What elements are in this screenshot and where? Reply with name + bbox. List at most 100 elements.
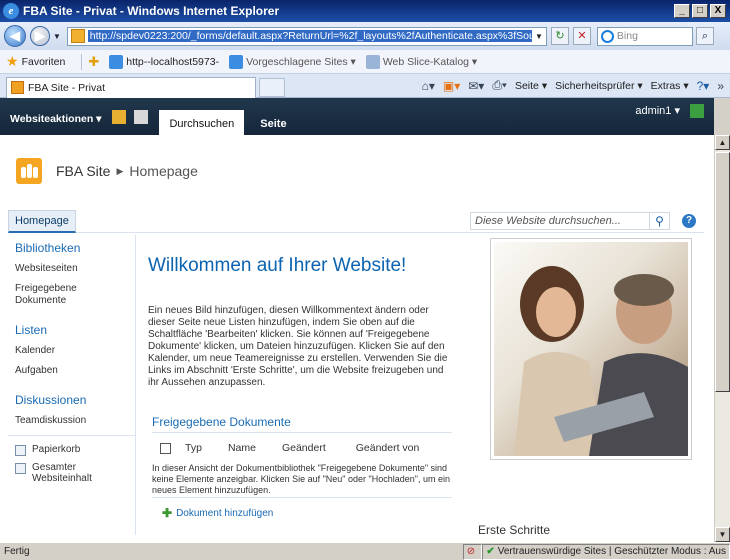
site-actions-menu[interactable]: Websiteaktionen ▾ <box>0 113 109 135</box>
intro-text: Ein neues Bild hinzufügen, diesen Willko… <box>148 305 448 388</box>
scroll-down-button[interactable]: ▼ <box>715 527 730 542</box>
home-icon[interactable]: ⌂▾ <box>422 79 435 93</box>
feeds-icon[interactable]: ▣▾ <box>443 79 460 93</box>
site-header: FBA Site ▶ Homepage <box>0 149 714 193</box>
command-bar: ⌂▾ ▣▾ ✉▾ ⎙▾ Seite ▾ Sicherheitsprüfer ▾ … <box>422 78 730 93</box>
site-logo-icon[interactable] <box>16 158 42 184</box>
user-menu[interactable]: admin1 ▾ <box>635 104 686 135</box>
fav-link-label: http--localhost5973- <box>126 55 220 68</box>
favorites-bar: ★ Favoriten ✚ http--localhost5973- Vorge… <box>0 50 730 74</box>
page-icon <box>70 29 85 43</box>
doclib-title[interactable]: Freigegebene Dokumente <box>152 415 291 429</box>
site-title[interactable]: FBA Site <box>56 163 110 179</box>
fav-webslice-label: Web Slice-Katalog ▾ <box>382 55 478 68</box>
favorites-star-icon: ★ <box>6 53 19 69</box>
security-zone-label: Vertrauenswürdige Sites | Geschützter Mo… <box>497 546 726 557</box>
all-content-label: Gesamter Websiteinhalt <box>32 462 92 484</box>
welcome-heading: Willkommen auf Ihrer Website! <box>148 255 407 276</box>
welcome-photo <box>490 238 692 460</box>
quick-launch: Bibliotheken Websiteseiten Freigegebene … <box>8 235 136 535</box>
page-content: FBA Site ▶ Homepage Homepage Diese Websi… <box>0 135 714 542</box>
recycle-bin-label: Papierkorb <box>32 444 81 455</box>
scroll-up-button[interactable]: ▲ <box>715 135 730 150</box>
refresh-icon[interactable]: ↻ <box>550 27 569 45</box>
ql-heading-lists[interactable]: Listen <box>15 323 135 337</box>
breadcrumb-page: Homepage <box>129 163 198 179</box>
navigate-up-icon[interactable] <box>112 110 127 124</box>
scroll-thumb[interactable] <box>715 152 730 392</box>
ql-item-tasks[interactable]: Aufgaben <box>15 365 135 377</box>
close-button[interactable]: X <box>710 4 726 18</box>
window-title: FBA Site - Privat - Windows Internet Exp… <box>23 4 280 18</box>
history-dropdown[interactable]: ▼ <box>53 32 61 41</box>
print-icon[interactable]: ⎙▾ <box>492 78 507 93</box>
getting-started-heading: Erste Schritte <box>478 523 551 537</box>
search-icon[interactable]: ⚲ <box>650 212 670 230</box>
tab-row: FBA Site - Privat ⌂▾ ▣▾ ✉▾ ⎙▾ Seite ▾ Si… <box>0 74 730 98</box>
col-name[interactable]: Name <box>228 442 256 454</box>
url-dropdown[interactable]: ▼ <box>532 28 546 45</box>
all-content-icon <box>15 463 26 474</box>
web-slice-icon <box>365 54 380 69</box>
fav-link-localhost[interactable]: http--localhost5973- <box>109 54 220 69</box>
search-placeholder: Bing <box>616 30 638 42</box>
new-tab-button[interactable] <box>259 78 285 97</box>
breadcrumb-arrow-icon: ▶ <box>116 165 124 176</box>
col-modified[interactable]: Geändert <box>282 442 326 454</box>
add-document-link[interactable]: ✚ Dokument hinzufügen <box>162 506 273 520</box>
people-photo-image <box>494 242 688 456</box>
stop-icon[interactable]: ✕ <box>572 27 591 45</box>
divider <box>81 53 83 70</box>
ql-heading-libraries[interactable]: Bibliotheken <box>15 241 135 255</box>
top-navigation: Homepage Diese Website durchsuchen... ⚲ … <box>8 209 704 233</box>
add-document-label: Dokument hinzufügen <box>176 507 274 519</box>
forward-button[interactable]: ▶ <box>30 26 50 46</box>
safety-menu[interactable]: Sicherheitsprüfer ▾ <box>555 80 643 92</box>
edit-page-icon[interactable] <box>134 110 149 124</box>
security-zone[interactable]: ✔ Vertrauenswürdige Sites | Geschützter … <box>482 543 730 560</box>
tools-menu[interactable]: Extras ▾ <box>651 80 689 92</box>
url-field[interactable]: http://spdev0223:200/_forms/default.aspx… <box>66 26 547 46</box>
help-icon[interactable]: ? <box>682 214 696 228</box>
select-all-checkbox[interactable] <box>160 442 171 454</box>
ql-heading-discussions[interactable]: Diskussionen <box>15 393 135 407</box>
ie-logo-icon: e <box>3 3 19 19</box>
vertical-scrollbar[interactable]: ▲ ▼ <box>714 135 730 542</box>
col-type[interactable]: Typ <box>185 442 202 454</box>
back-button[interactable]: ◀ <box>4 25 26 47</box>
help-menu-icon[interactable]: ?▾ <box>697 79 710 93</box>
popup-blocked-icon[interactable]: ⊘ <box>462 543 483 560</box>
tab-title: FBA Site - Privat <box>28 81 106 94</box>
fav-suggested-sites[interactable]: Vorgeschlagene Sites ▾ <box>229 54 356 69</box>
fav-add-icon[interactable]: ✚ <box>88 54 99 70</box>
status-text: Fertig <box>4 546 30 557</box>
maximize-button[interactable]: □ <box>692 4 708 18</box>
ql-item-shared-docs[interactable]: Freigegebene Dokumente <box>15 283 95 307</box>
browser-tab[interactable]: FBA Site - Privat <box>6 76 256 98</box>
tab-browse[interactable]: Durchsuchen <box>159 110 245 135</box>
ie-page-icon <box>109 54 124 69</box>
divider <box>152 497 452 498</box>
nav-homepage[interactable]: Homepage <box>8 209 76 233</box>
search-input[interactable]: Bing <box>596 26 693 46</box>
favorites-button[interactable]: Favoriten <box>22 56 66 68</box>
chevron-more-icon[interactable]: » <box>717 79 724 93</box>
url-text[interactable]: http://spdev0223:200/_forms/default.aspx… <box>87 30 533 42</box>
ql-item-team-discussion[interactable]: Teamdiskussion <box>15 415 135 427</box>
fav-web-slice[interactable]: Web Slice-Katalog ▾ <box>365 54 478 69</box>
search-icon[interactable]: ⌕ <box>695 27 714 45</box>
divider <box>152 432 452 433</box>
bing-icon <box>600 29 614 43</box>
ql-all-site-content[interactable]: Gesamter Websiteinhalt <box>15 462 135 484</box>
check-icon: ✔ <box>486 546 495 557</box>
user-icon[interactable] <box>690 104 704 118</box>
tab-page[interactable]: Seite <box>250 112 296 135</box>
ql-item-site-pages[interactable]: Websiteseiten <box>15 263 135 275</box>
mail-icon[interactable]: ✉▾ <box>468 79 484 93</box>
site-search-input[interactable]: Diese Website durchsuchen... <box>470 212 650 230</box>
page-menu[interactable]: Seite ▾ <box>515 80 547 92</box>
ql-recycle-bin[interactable]: Papierkorb <box>15 444 135 456</box>
minimize-button[interactable]: _ <box>674 4 690 18</box>
ql-item-calendar[interactable]: Kalender <box>15 345 135 357</box>
col-modified-by[interactable]: Geändert von <box>356 442 420 454</box>
